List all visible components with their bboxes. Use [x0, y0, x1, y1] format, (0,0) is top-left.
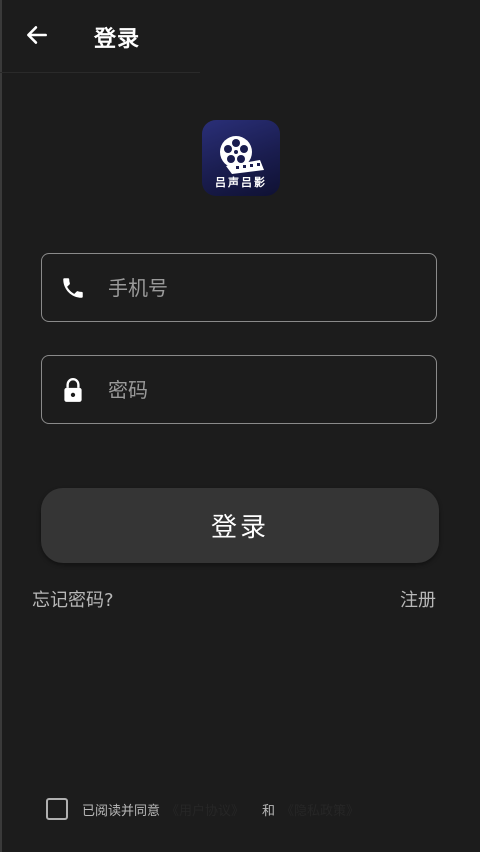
phone-icon — [58, 273, 88, 303]
agreement-and: 和 — [262, 803, 276, 819]
register-link[interactable]: 注册 — [400, 586, 436, 612]
lock-icon — [58, 375, 88, 405]
page-title: 登录 — [94, 27, 141, 52]
user-agreement-link[interactable]: 《用户协议》 — [166, 800, 244, 819]
forgot-password-link[interactable]: 忘记密码? — [32, 586, 114, 612]
left-edge-border — [0, 0, 2, 852]
back-button[interactable] — [22, 22, 52, 52]
app-bar-divider — [0, 72, 200, 73]
app-logo: 吕声吕影 — [202, 120, 280, 196]
password-input[interactable] — [106, 376, 410, 403]
password-field[interactable] — [41, 355, 437, 424]
agreement-prefix: 已阅读并同意 — [82, 803, 161, 819]
login-button[interactable]: 登录 — [41, 488, 439, 563]
phone-input[interactable] — [106, 274, 410, 301]
phone-field[interactable] — [41, 253, 437, 322]
agree-checkbox[interactable] — [46, 798, 68, 820]
privacy-policy-link[interactable]: 《隐私政策》 — [281, 800, 359, 819]
arrow-left-icon — [24, 22, 50, 52]
logo-text: 吕声吕影 — [215, 176, 267, 189]
agreement-row: 已阅读并同意 《用户协议》 和 《隐私政策》 — [46, 796, 359, 822]
app-bar: 登录 — [0, 0, 480, 74]
